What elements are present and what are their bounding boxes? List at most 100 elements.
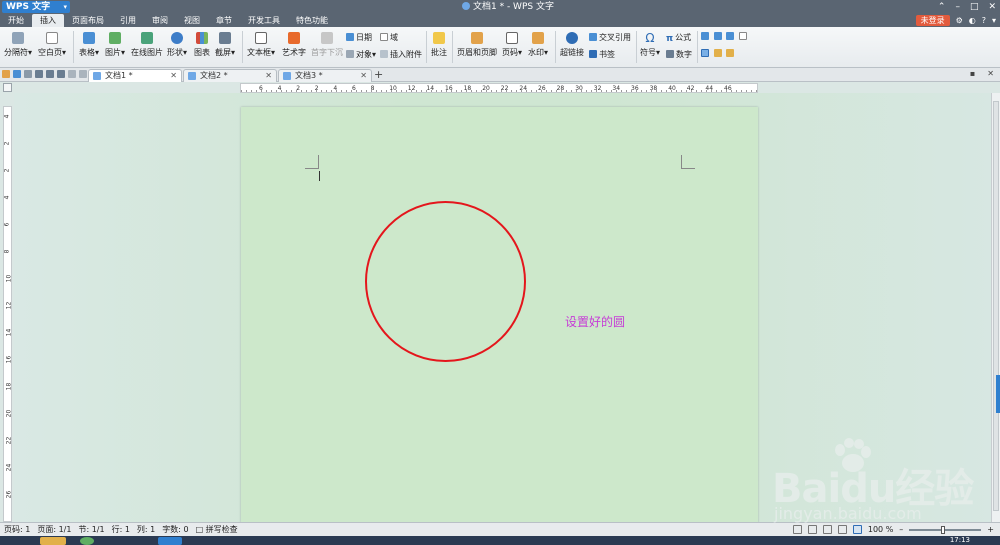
settings-icon[interactable]: ⚙: [956, 16, 963, 25]
page-break-button[interactable]: 分隔符▾: [4, 32, 32, 58]
spell-check-button[interactable]: □ 拼写检查: [196, 523, 238, 536]
table-button[interactable]: 表格▾: [79, 32, 99, 58]
horizontal-ruler[interactable]: 6 4 2 2 4 6 8 10 12 14 16 18 20 22 24 26 28 30 32 34 36 38 40 4…: [240, 83, 758, 93]
drop-cap-button[interactable]: 首字下沉: [311, 32, 343, 58]
app-menu-button[interactable]: WPS 文字 ▾: [2, 1, 70, 13]
menu-review[interactable]: 审阅: [144, 14, 176, 27]
menu-section[interactable]: 章节: [208, 14, 240, 27]
vertical-scrollbar[interactable]: [991, 93, 1000, 522]
form-table-icon[interactable]: [738, 32, 747, 40]
online-picture-button[interactable]: 在线图片: [131, 32, 163, 58]
help-icon[interactable]: ?: [982, 16, 986, 25]
save-as-icon[interactable]: [24, 70, 32, 78]
form-dropdown-icon[interactable]: [726, 32, 735, 40]
online-picture-icon: [141, 32, 153, 44]
vertical-ruler[interactable]: 4 2 2 4 6 8 10 12 14 16 18 20 22 24 26: [3, 106, 12, 522]
shape-button[interactable]: 形状▾: [167, 32, 187, 58]
login-button[interactable]: 未登录: [915, 15, 950, 26]
cross-reference-icon: [589, 33, 597, 41]
hyperlink-button[interactable]: 超链接: [560, 32, 584, 58]
annotation-text: 设置好的圆: [565, 315, 626, 329]
chart-button[interactable]: 图表: [194, 32, 210, 58]
circle-shape[interactable]: [365, 201, 526, 362]
text-box-icon: [255, 32, 267, 44]
folder-icon[interactable]: [40, 537, 66, 545]
document-icon: [188, 72, 196, 80]
wps-icon[interactable]: [158, 537, 182, 545]
symbol-button[interactable]: Ω 符号▾: [640, 32, 660, 58]
save-icon[interactable]: [13, 70, 21, 78]
field-button[interactable]: 域: [380, 32, 398, 43]
form-tools: [701, 49, 736, 58]
word-art-button[interactable]: 艺术字: [282, 32, 306, 58]
comment-icon: [433, 32, 445, 44]
menu-references[interactable]: 引用: [112, 14, 144, 27]
pen-icon[interactable]: [713, 49, 722, 57]
date-button[interactable]: 日期: [346, 32, 372, 43]
tab-close-all-icon[interactable]: ✕: [987, 69, 994, 78]
status-word-count[interactable]: 字数: 0: [162, 523, 188, 536]
print-preview-icon[interactable]: [46, 70, 54, 78]
close-icon[interactable]: ✕: [988, 0, 996, 14]
maximize-icon[interactable]: □: [970, 0, 979, 14]
close-tab-icon[interactable]: ✕: [170, 70, 177, 82]
ribbon-collapse-icon[interactable]: ⌃: [938, 0, 946, 14]
ruler-number: 38: [649, 85, 658, 92]
ruler-number: 12: [407, 85, 416, 92]
tab-document-3[interactable]: 文档3 * ✕: [278, 69, 372, 82]
menu-features[interactable]: 特色功能: [288, 14, 336, 27]
menu-page-layout[interactable]: 页面布局: [64, 14, 112, 27]
menu-home[interactable]: 开始: [0, 14, 32, 27]
close-tab-icon[interactable]: ✕: [265, 70, 272, 82]
comment-button[interactable]: 批注: [431, 32, 447, 58]
minimize-icon[interactable]: –: [955, 0, 960, 14]
ruler-number: 28: [556, 85, 565, 92]
menu-developer[interactable]: 开发工具: [240, 14, 288, 27]
scrollbar-thumb[interactable]: [993, 101, 999, 511]
close-tab-icon[interactable]: ✕: [360, 70, 367, 82]
number-button[interactable]: 数字: [666, 49, 692, 60]
side-panel-toggle[interactable]: [996, 375, 1000, 413]
picture-button[interactable]: 图片▾: [105, 32, 125, 58]
skin-icon[interactable]: ◐: [969, 16, 976, 25]
page-number-button[interactable]: 页码▾: [502, 32, 522, 58]
ruler-number: 4: [333, 85, 338, 92]
ruler-number: 4: [3, 195, 11, 200]
tab-list-icon[interactable]: ▪: [970, 69, 975, 78]
status-line: 行: 1: [111, 525, 130, 534]
add-tab-icon[interactable]: +: [374, 68, 383, 82]
open-icon[interactable]: [2, 70, 10, 78]
undo-icon[interactable]: [57, 70, 65, 78]
attachment-button[interactable]: 插入附件: [380, 49, 422, 60]
form-checkbox-icon[interactable]: [713, 32, 722, 40]
menu-insert[interactable]: 插入: [32, 14, 64, 27]
blank-page-button[interactable]: 空白页▾: [38, 32, 66, 58]
design-mode-icon[interactable]: [701, 49, 709, 57]
redo-icon[interactable]: [68, 70, 76, 78]
text-box-button[interactable]: 文本框▾: [247, 32, 275, 58]
baidu-watermark: Baidu经验 jingyan.baidu.com: [772, 438, 992, 528]
bookmark-icon: [589, 50, 597, 58]
bookmark-button[interactable]: 书签: [589, 49, 615, 60]
print-icon[interactable]: [35, 70, 43, 78]
form-textbox-icon[interactable]: [701, 32, 709, 40]
pi-icon: π: [666, 34, 674, 44]
more-icon[interactable]: ▾: [992, 16, 996, 25]
watermark-button[interactable]: 水印▾: [528, 32, 548, 58]
ribbon-separator: [73, 31, 74, 63]
zoom-slider[interactable]: [909, 525, 982, 534]
browser-icon[interactable]: [80, 537, 94, 545]
customize-icon[interactable]: [79, 70, 87, 78]
ruler-number: 20: [5, 409, 12, 418]
document-icon: [283, 72, 291, 80]
header-footer-button[interactable]: 页眉和页脚: [457, 32, 497, 58]
formula-button[interactable]: π 公式: [666, 32, 691, 44]
tab-document-2[interactable]: 文档2 * ✕: [183, 69, 277, 82]
tab-stop-selector[interactable]: [3, 83, 12, 92]
tab-document-1[interactable]: 文档1 * ✕: [88, 69, 182, 82]
menu-view[interactable]: 视图: [176, 14, 208, 27]
object-button[interactable]: 对象▾: [346, 49, 376, 60]
screenshot-button[interactable]: 截屏▾: [215, 32, 235, 58]
lock-icon[interactable]: [726, 49, 735, 57]
cross-reference-button[interactable]: 交叉引用: [589, 32, 631, 43]
